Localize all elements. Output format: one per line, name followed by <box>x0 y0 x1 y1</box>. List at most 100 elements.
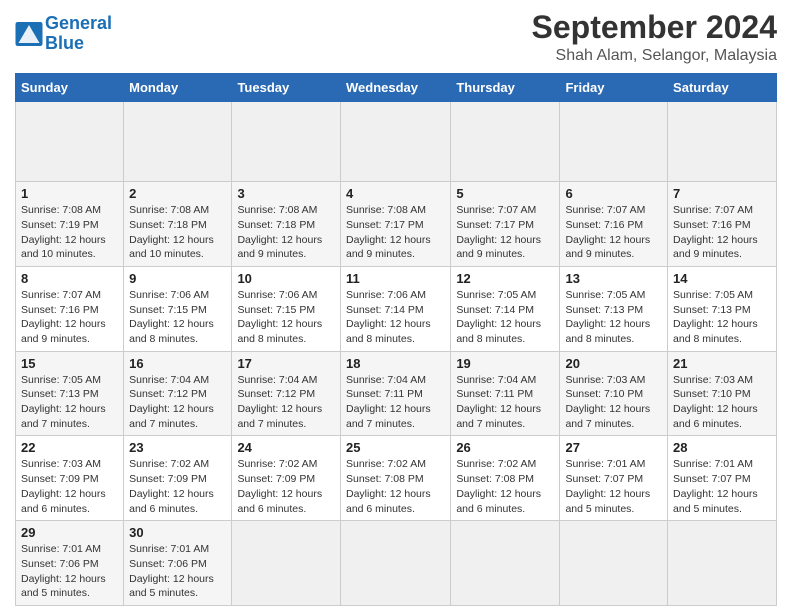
day-number: 22 <box>21 440 118 455</box>
header-monday: Monday <box>124 74 232 102</box>
table-row: 2Sunrise: 7:08 AMSunset: 7:18 PMDaylight… <box>124 182 232 267</box>
table-row <box>560 521 668 606</box>
day-number: 29 <box>21 525 118 540</box>
day-info: Sunrise: 7:04 AMSunset: 7:12 PMDaylight:… <box>237 373 335 432</box>
day-info: Sunrise: 7:02 AMSunset: 7:09 PMDaylight:… <box>237 457 335 516</box>
table-row: 13 Sunrise: 7:05 AMSunset: 7:13 PMDayligh… <box>560 266 668 351</box>
calendar-week-row: 22 Sunrise: 7:03 AMSunset: 7:09 PMDayligh… <box>16 436 777 521</box>
day-number: 18 <box>346 356 445 371</box>
day-number: 8 <box>21 271 118 286</box>
day-info: Sunrise: 7:08 AMSunset: 7:17 PMDaylight:… <box>346 203 445 262</box>
table-row: 7Sunrise: 7:07 AMSunset: 7:16 PMDaylight… <box>668 182 777 267</box>
day-info: Sunrise: 7:01 AMSunset: 7:06 PMDaylight:… <box>21 542 118 601</box>
day-number: 20 <box>565 356 662 371</box>
day-info: Sunrise: 7:05 AMSunset: 7:13 PMDaylight:… <box>21 373 118 432</box>
table-row <box>340 102 450 182</box>
day-info: Sunrise: 7:05 AMSunset: 7:13 PMDaylight:… <box>565 288 662 347</box>
calendar-week-row: 1Sunrise: 7:08 AMSunset: 7:19 PMDaylight… <box>16 182 777 267</box>
table-row: 15 Sunrise: 7:05 AMSunset: 7:13 PMDayligh… <box>16 351 124 436</box>
day-info: Sunrise: 7:03 AMSunset: 7:10 PMDaylight:… <box>565 373 662 432</box>
table-row: 19 Sunrise: 7:04 AMSunset: 7:11 PMDayligh… <box>451 351 560 436</box>
table-row <box>232 102 341 182</box>
day-info: Sunrise: 7:01 AMSunset: 7:07 PMDaylight:… <box>673 457 771 516</box>
day-info: Sunrise: 7:02 AMSunset: 7:08 PMDaylight:… <box>346 457 445 516</box>
calendar-week-row <box>16 102 777 182</box>
table-row: 1Sunrise: 7:08 AMSunset: 7:19 PMDaylight… <box>16 182 124 267</box>
header-friday: Friday <box>560 74 668 102</box>
day-info: Sunrise: 7:02 AMSunset: 7:09 PMDaylight:… <box>129 457 226 516</box>
day-number: 14 <box>673 271 771 286</box>
logo-blue: Blue <box>45 33 84 53</box>
table-row <box>340 521 450 606</box>
table-row: 16Sunrise: 7:04 AMSunset: 7:12 PMDayligh… <box>124 351 232 436</box>
calendar-week-row: 29 Sunrise: 7:01 AMSunset: 7:06 PMDayligh… <box>16 521 777 606</box>
day-number: 1 <box>21 186 118 201</box>
day-info: Sunrise: 7:02 AMSunset: 7:08 PMDaylight:… <box>456 457 554 516</box>
day-number: 9 <box>129 271 226 286</box>
table-row: 25 Sunrise: 7:02 AMSunset: 7:08 PMDayligh… <box>340 436 450 521</box>
table-row <box>124 102 232 182</box>
calendar-week-row: 15 Sunrise: 7:05 AMSunset: 7:13 PMDayligh… <box>16 351 777 436</box>
table-row <box>451 102 560 182</box>
day-number: 30 <box>129 525 226 540</box>
day-number: 10 <box>237 271 335 286</box>
day-number: 11 <box>346 271 445 286</box>
day-number: 16 <box>129 356 226 371</box>
table-row <box>560 102 668 182</box>
table-row: 10 Sunrise: 7:06 AMSunset: 7:15 PMDayligh… <box>232 266 341 351</box>
table-row: 26 Sunrise: 7:02 AMSunset: 7:08 PMDayligh… <box>451 436 560 521</box>
day-number: 6 <box>565 186 662 201</box>
header-saturday: Saturday <box>668 74 777 102</box>
day-number: 28 <box>673 440 771 455</box>
day-number: 25 <box>346 440 445 455</box>
table-row <box>232 521 341 606</box>
logo-text: General Blue <box>45 14 112 54</box>
day-number: 27 <box>565 440 662 455</box>
day-info: Sunrise: 7:04 AMSunset: 7:11 PMDaylight:… <box>346 373 445 432</box>
day-info: Sunrise: 7:05 AMSunset: 7:13 PMDaylight:… <box>673 288 771 347</box>
day-number: 12 <box>456 271 554 286</box>
table-row: 9 Sunrise: 7:06 AMSunset: 7:15 PMDaylight… <box>124 266 232 351</box>
day-number: 19 <box>456 356 554 371</box>
month-title: September 2024 <box>532 10 777 45</box>
day-number: 23 <box>129 440 226 455</box>
calendar-week-row: 8 Sunrise: 7:07 AMSunset: 7:16 PMDaylight… <box>16 266 777 351</box>
table-row: 6 Sunrise: 7:07 AMSunset: 7:16 PMDaylight… <box>560 182 668 267</box>
table-row: 28 Sunrise: 7:01 AMSunset: 7:07 PMDayligh… <box>668 436 777 521</box>
table-row: 12 Sunrise: 7:05 AMSunset: 7:14 PMDayligh… <box>451 266 560 351</box>
header: General Blue September 2024 Shah Alam, S… <box>15 10 777 65</box>
table-row: 27 Sunrise: 7:01 AMSunset: 7:07 PMDayligh… <box>560 436 668 521</box>
logo-general: General <box>45 13 112 33</box>
day-info: Sunrise: 7:05 AMSunset: 7:14 PMDaylight:… <box>456 288 554 347</box>
day-info: Sunrise: 7:08 AMSunset: 7:18 PMDaylight:… <box>129 203 226 262</box>
table-row <box>451 521 560 606</box>
table-row: 14 Sunrise: 7:05 AMSunset: 7:13 PMDayligh… <box>668 266 777 351</box>
day-info: Sunrise: 7:06 AMSunset: 7:15 PMDaylight:… <box>129 288 226 347</box>
day-number: 7 <box>673 186 771 201</box>
day-info: Sunrise: 7:07 AMSunset: 7:16 PMDaylight:… <box>21 288 118 347</box>
day-number: 5 <box>456 186 554 201</box>
day-info: Sunrise: 7:03 AMSunset: 7:10 PMDaylight:… <box>673 373 771 432</box>
day-info: Sunrise: 7:03 AMSunset: 7:09 PMDaylight:… <box>21 457 118 516</box>
logo-icon <box>15 22 43 46</box>
table-row: 5Sunrise: 7:07 AMSunset: 7:17 PMDaylight… <box>451 182 560 267</box>
location: Shah Alam, Selangor, Malaysia <box>532 47 777 65</box>
day-number: 15 <box>21 356 118 371</box>
day-info: Sunrise: 7:06 AMSunset: 7:15 PMDaylight:… <box>237 288 335 347</box>
table-row: 3Sunrise: 7:08 AMSunset: 7:18 PMDaylight… <box>232 182 341 267</box>
table-row: 11 Sunrise: 7:06 AMSunset: 7:14 PMDayligh… <box>340 266 450 351</box>
day-number: 13 <box>565 271 662 286</box>
table-row <box>16 102 124 182</box>
day-number: 4 <box>346 186 445 201</box>
day-number: 17 <box>237 356 335 371</box>
day-info: Sunrise: 7:04 AMSunset: 7:11 PMDaylight:… <box>456 373 554 432</box>
day-info: Sunrise: 7:07 AMSunset: 7:16 PMDaylight:… <box>565 203 662 262</box>
day-number: 24 <box>237 440 335 455</box>
day-number: 26 <box>456 440 554 455</box>
table-row: 30Sunrise: 7:01 AMSunset: 7:06 PMDayligh… <box>124 521 232 606</box>
table-row: 23 Sunrise: 7:02 AMSunset: 7:09 PMDayligh… <box>124 436 232 521</box>
day-info: Sunrise: 7:06 AMSunset: 7:14 PMDaylight:… <box>346 288 445 347</box>
day-info: Sunrise: 7:01 AMSunset: 7:07 PMDaylight:… <box>565 457 662 516</box>
table-row <box>668 102 777 182</box>
calendar-table: Sunday Monday Tuesday Wednesday Thursday… <box>15 73 777 606</box>
